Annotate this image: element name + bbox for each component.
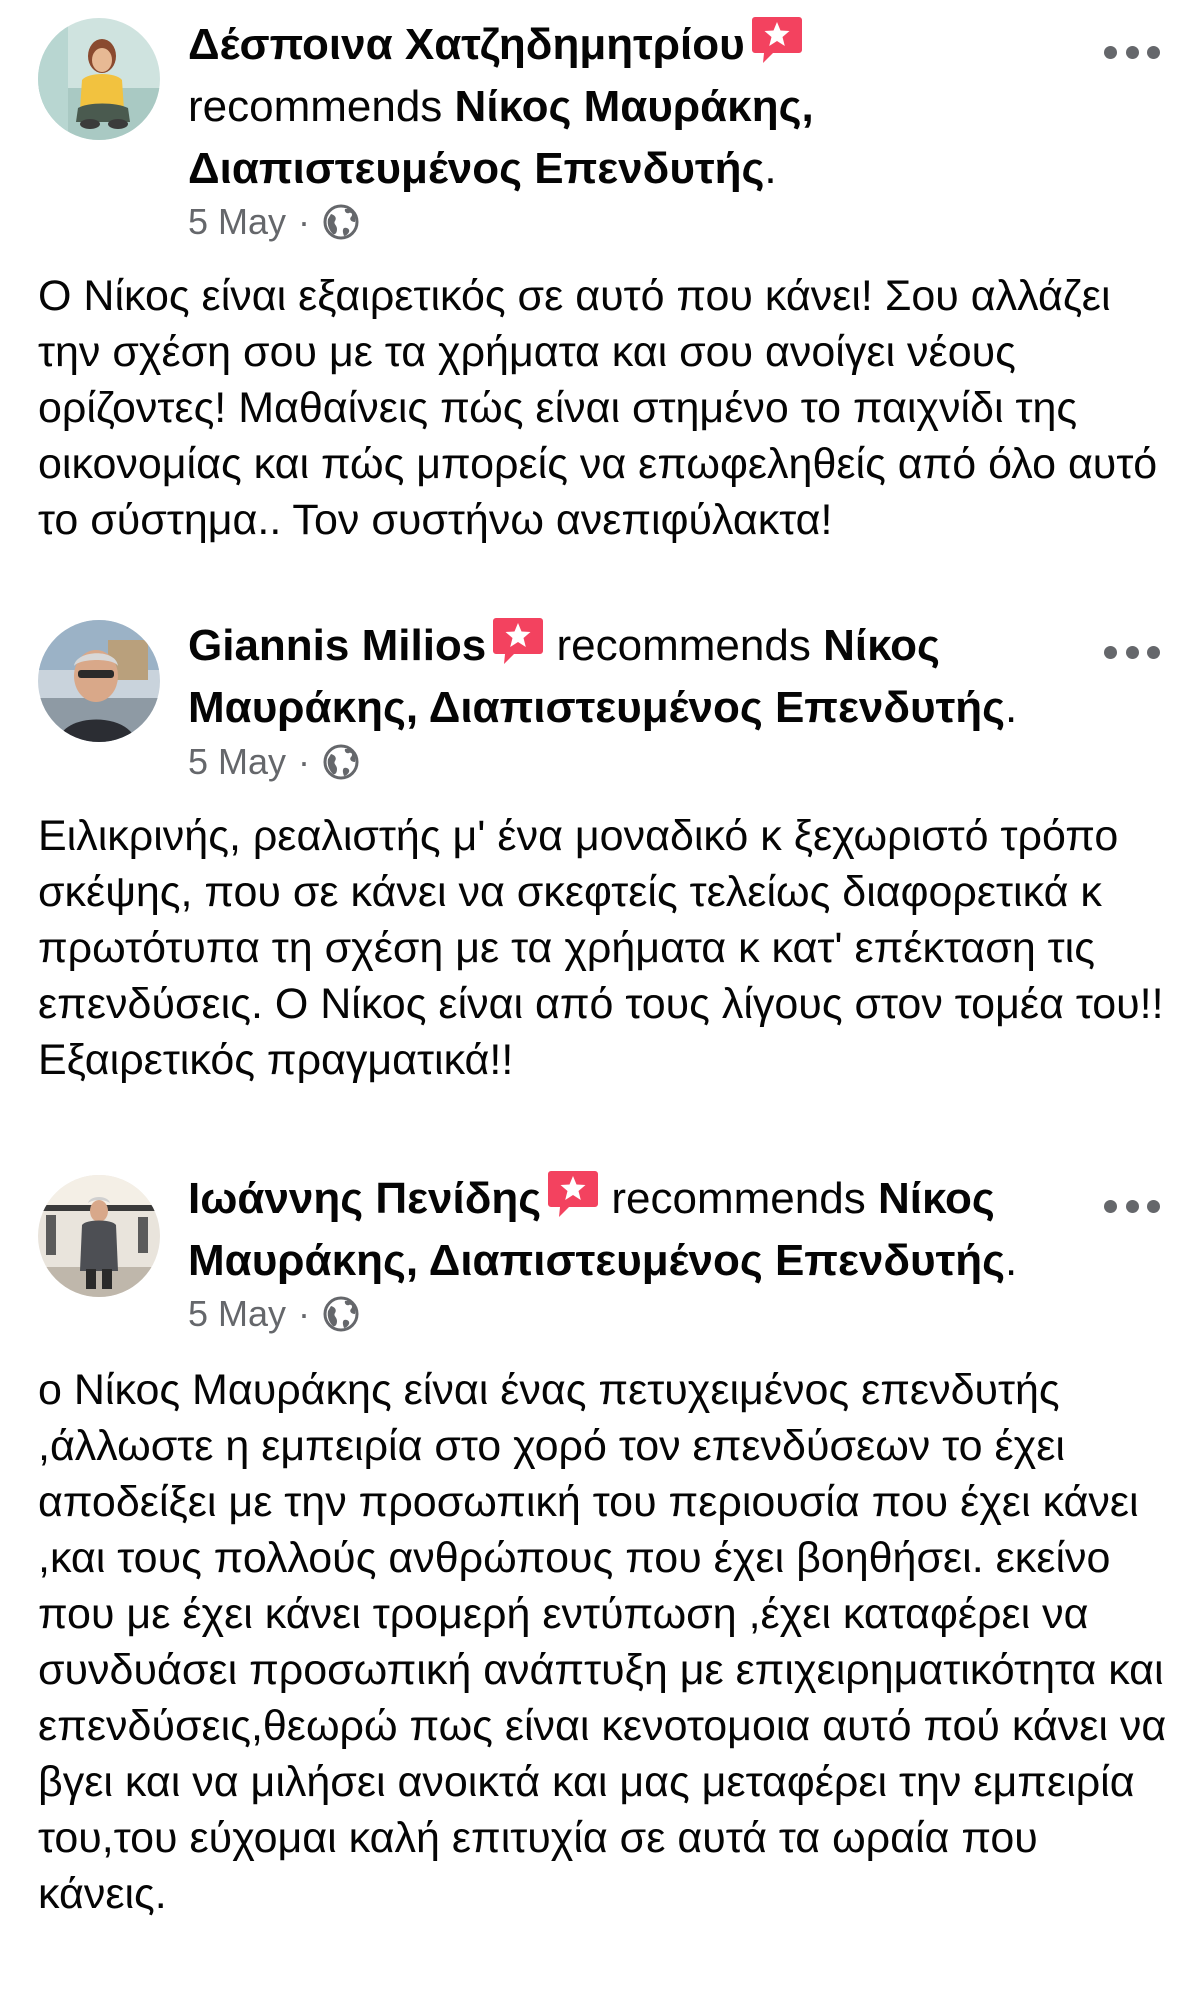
more-options-icon[interactable] (1104, 642, 1160, 662)
post-meta: 5 May · (188, 1292, 360, 1336)
period: . (764, 144, 777, 193)
globe-icon[interactable] (322, 203, 360, 241)
meta-separator: · (298, 741, 311, 782)
star-badge-icon (547, 1169, 599, 1219)
post-header: Giannis Milios recommends Νίκος Μαυράκης,… (188, 615, 1088, 739)
recommends-label: recommends (556, 621, 811, 670)
post-date[interactable]: 5 May (188, 1292, 286, 1336)
post-header: Δέσποινα Χατζηδημητρίου recommends Νίκος… (188, 14, 1088, 200)
post-meta: 5 May · (188, 740, 360, 784)
globe-icon[interactable] (322, 743, 360, 781)
recommends-label: recommends (188, 82, 443, 131)
star-badge-icon (492, 616, 544, 666)
avatar[interactable] (38, 1175, 160, 1297)
review-text: Ο Νίκος είναι εξαιρετικός σε αυτό που κά… (38, 272, 1158, 544)
review-text: Ειλικρινής, ρεαλιστής μ' ένα μοναδικό κ … (38, 812, 1164, 1084)
post-date[interactable]: 5 May (188, 740, 286, 784)
author-name[interactable]: Ιωάννης Πενίδης (188, 1174, 541, 1223)
post-header: Ιωάννης Πενίδης recommends Νίκος Μαυράκης… (188, 1168, 1088, 1292)
star-badge-icon (751, 15, 803, 65)
period: . (1005, 1236, 1018, 1285)
avatar[interactable] (38, 620, 160, 742)
meta-separator: · (298, 1293, 311, 1334)
avatar[interactable] (38, 18, 160, 140)
author-name[interactable]: Giannis Milios (188, 621, 486, 670)
more-options-icon[interactable] (1104, 42, 1160, 62)
review-text: ο Νίκος Μαυράκης είναι ένας πετυχειμένος… (38, 1366, 1167, 1918)
post-meta: 5 May · (188, 200, 360, 244)
period: . (1005, 683, 1018, 732)
meta-separator: · (298, 201, 311, 242)
globe-icon[interactable] (322, 1295, 360, 1333)
post-date[interactable]: 5 May (188, 200, 286, 244)
author-name[interactable]: Δέσποινα Χατζηδημητρίου (188, 20, 745, 69)
more-options-icon[interactable] (1104, 1196, 1160, 1216)
recommends-label: recommends (611, 1174, 866, 1223)
